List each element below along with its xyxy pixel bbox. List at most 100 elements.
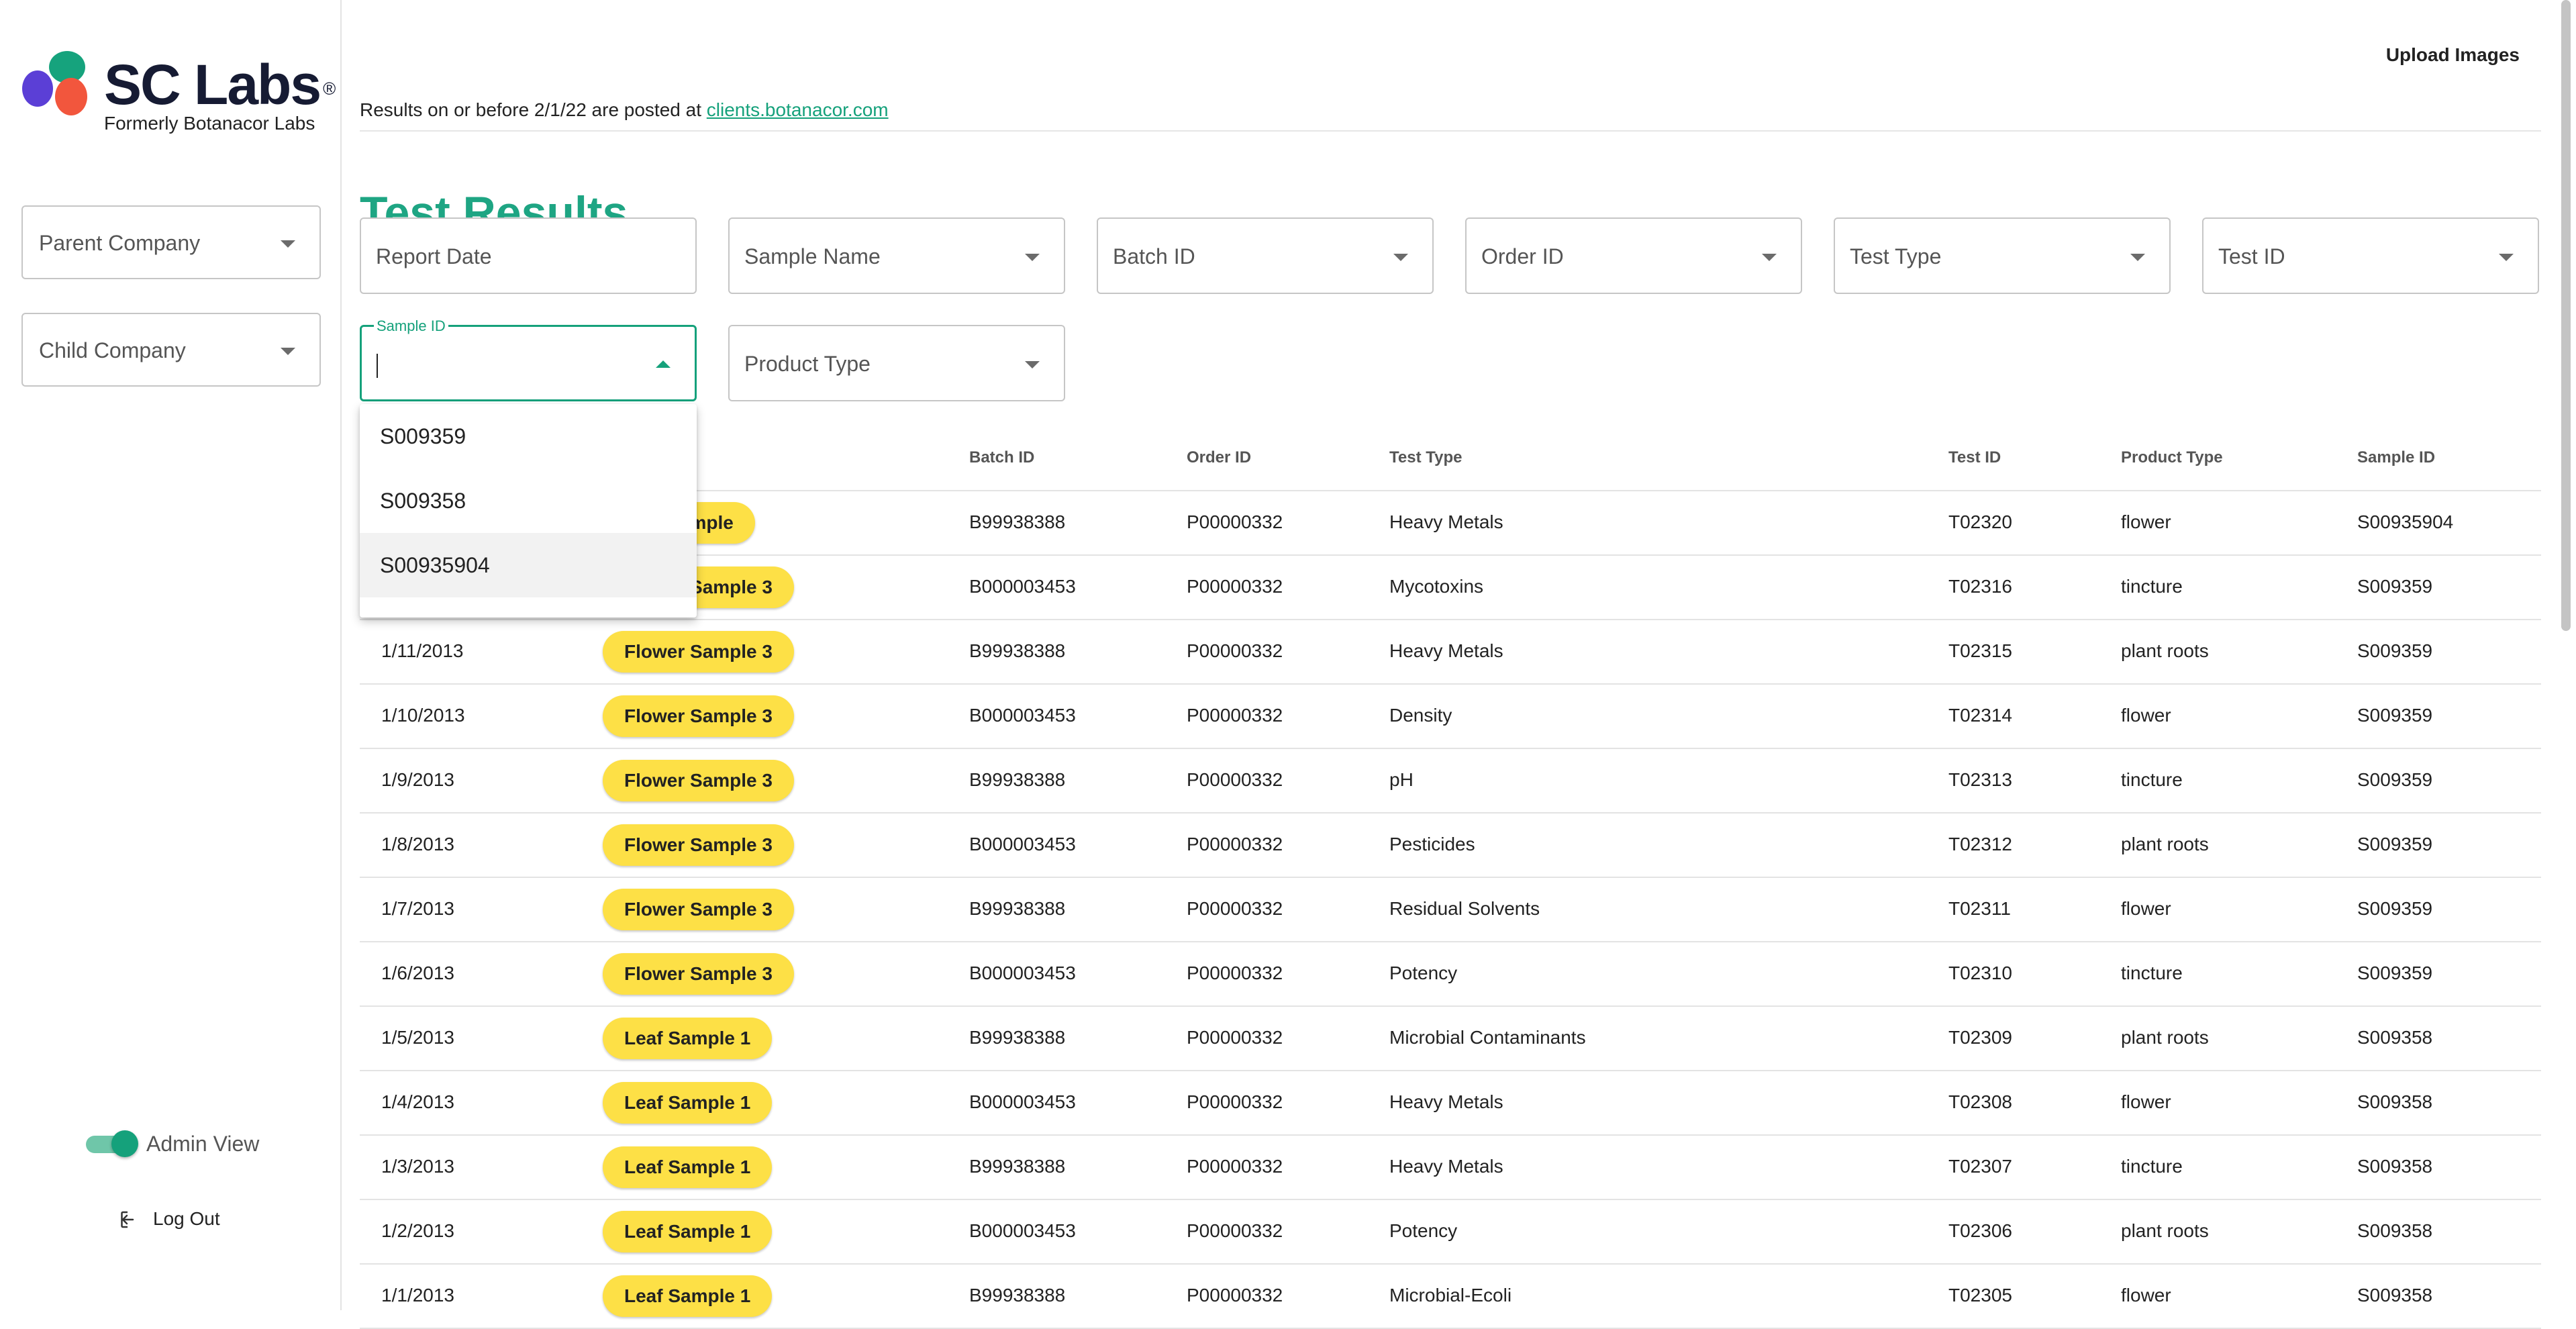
report-date-field[interactable]: Report Date — [360, 217, 697, 294]
chevron-up-icon — [656, 360, 671, 368]
table-row[interactable]: 1/2/2013 Leaf Sample 1 B000003453 P00000332… — [360, 1200, 2541, 1265]
chevron-down-icon — [1025, 254, 1040, 261]
cell-sample-id: S009359 — [2357, 705, 2433, 726]
cell-test-id: T02310 — [1948, 963, 2012, 983]
cell-report-date: 1/1/2013 — [381, 1285, 454, 1306]
text-cursor — [377, 354, 378, 378]
cell-report-date: 1/3/2013 — [381, 1156, 454, 1177]
column-header-sample-id[interactable]: Sample ID — [2357, 448, 2435, 467]
cell-product-type: tincture — [2121, 769, 2183, 790]
cell-order-id: P00000332 — [1187, 1285, 1283, 1306]
logout-button[interactable]: Log Out — [119, 1207, 254, 1234]
cell-batch-id: B99938388 — [969, 1156, 1066, 1177]
cell-order-id: P00000332 — [1187, 898, 1283, 919]
chevron-down-icon — [1762, 254, 1777, 261]
cell-sample-id: S009359 — [2357, 640, 2433, 661]
table-row[interactable]: 1/9/2013 Flower Sample 3 B99938388 P0000033… — [360, 749, 2541, 814]
option-label: S009358 — [380, 489, 466, 513]
cell-test-type: Heavy Metals — [1389, 640, 1503, 661]
cell-batch-id: B000003453 — [969, 1220, 1076, 1241]
sc-labs-logo[interactable]: SC Labs ® Formerly Botanacor Labs — [20, 47, 336, 134]
order-id-label: Order ID — [1481, 244, 1564, 268]
product-type-select[interactable]: Product Type — [728, 325, 1065, 401]
column-header-product-type[interactable]: Product Type — [2121, 448, 2223, 467]
cell-report-date: 1/4/2013 — [381, 1091, 454, 1112]
cell-report-date: 1/5/2013 — [381, 1027, 454, 1048]
cell-test-type: Density — [1389, 705, 1452, 726]
batch-id-select[interactable]: Batch ID — [1097, 217, 1434, 294]
cell-product-type: plant roots — [2121, 640, 2209, 661]
sample-id-option-highlighted[interactable]: S00935904 — [360, 533, 697, 597]
upload-images-button[interactable]: Upload Images — [2386, 44, 2520, 66]
order-id-select[interactable]: Order ID — [1465, 217, 1802, 294]
toggle-knob[interactable] — [111, 1130, 138, 1157]
chevron-down-icon — [281, 348, 295, 355]
sample-name-chip[interactable]: Flower Sample 3 — [603, 760, 794, 801]
sample-id-option[interactable]: S009358 — [360, 469, 697, 533]
column-header-batch-id[interactable]: Batch ID — [969, 448, 1034, 467]
cell-test-type: Heavy Metals — [1389, 1156, 1503, 1177]
cell-test-type: Potency — [1389, 1220, 1458, 1241]
batch-id-label: Batch ID — [1113, 244, 1195, 268]
sample-name-chip[interactable]: Flower Sample 3 — [603, 695, 794, 737]
cell-test-type: Microbial-Ecoli — [1389, 1285, 1512, 1306]
botanacor-link[interactable]: clients.botanacor.com — [707, 99, 889, 120]
cell-order-id: P00000332 — [1187, 705, 1283, 726]
sample-name-chip[interactable]: Flower Sample 3 — [603, 824, 794, 866]
table-row[interactable]: 1/7/2013 Flower Sample 3 B99938388 P0000033… — [360, 878, 2541, 942]
cell-test-type: Potency — [1389, 963, 1458, 983]
cell-test-id: T02315 — [1948, 640, 2012, 661]
admin-view-label: Admin View — [146, 1132, 260, 1156]
cell-product-type: flower — [2121, 1285, 2171, 1306]
table-row[interactable]: 1/3/2013 Leaf Sample 1 B99938388 P00000332 H… — [360, 1136, 2541, 1200]
chevron-down-icon — [2499, 254, 2514, 261]
header-divider — [360, 130, 2541, 132]
test-type-label: Test Type — [1850, 244, 1942, 268]
cell-test-id: T02306 — [1948, 1220, 2012, 1241]
cell-sample-id: S009359 — [2357, 898, 2433, 919]
parent-company-select[interactable]: Parent Company — [21, 205, 321, 279]
table-row[interactable]: 1/4/2013 Leaf Sample 1 B000003453 P00000332… — [360, 1071, 2541, 1136]
logo-dots-icon — [22, 51, 87, 115]
sample-name-chip[interactable]: Leaf Sample 1 — [603, 1018, 773, 1059]
page-scrollbar[interactable] — [2561, 0, 2571, 631]
cell-test-id: T02307 — [1948, 1156, 2012, 1177]
cell-order-id: P00000332 — [1187, 1091, 1283, 1112]
table-row[interactable]: 1/10/2013 Flower Sample 3 B000003453 P00000… — [360, 685, 2541, 749]
cell-batch-id: B000003453 — [969, 1091, 1076, 1112]
results-notice: Results on or before 2/1/22 are posted a… — [360, 99, 889, 121]
sample-name-chip[interactable]: Leaf Sample 1 — [603, 1082, 773, 1124]
sample-name-chip[interactable]: Flower Sample 3 — [603, 889, 794, 930]
test-type-select[interactable]: Test Type — [1834, 217, 2171, 294]
column-header-order-id[interactable]: Order ID — [1187, 448, 1251, 467]
table-row[interactable]: 1/5/2013 Leaf Sample 1 B99938388 P00000332 M… — [360, 1007, 2541, 1071]
sample-name-select[interactable]: Sample Name — [728, 217, 1065, 294]
cell-test-id: T02320 — [1948, 511, 2012, 532]
table-row[interactable]: 1/1/2013 Leaf Sample 1 B99938388 P00000332 M… — [360, 1265, 2541, 1329]
admin-view-toggle[interactable]: Admin View — [86, 1128, 287, 1161]
cell-report-date: 1/7/2013 — [381, 898, 454, 919]
cell-order-id: P00000332 — [1187, 576, 1283, 597]
sample-id-select[interactable]: Sample ID — [360, 317, 697, 401]
cell-product-type: flower — [2121, 511, 2171, 532]
column-header-test-type[interactable]: Test Type — [1389, 448, 1462, 467]
table-row[interactable]: 1/8/2013 Flower Sample 3 B000003453 P000003… — [360, 814, 2541, 878]
table-row[interactable]: 1/6/2013 Flower Sample 3 B000003453 P000003… — [360, 942, 2541, 1007]
child-company-select[interactable]: Child Company — [21, 313, 321, 387]
brand-name: SC Labs ® — [104, 53, 336, 116]
chevron-down-icon — [1025, 361, 1040, 368]
sample-name-chip[interactable]: Leaf Sample 1 — [603, 1275, 773, 1317]
cell-sample-id: S009359 — [2357, 769, 2433, 790]
cell-test-id: T02314 — [1948, 705, 2012, 726]
cell-sample-id: S009358 — [2357, 1220, 2433, 1241]
sample-name-chip[interactable]: Leaf Sample 1 — [603, 1146, 773, 1188]
sample-id-option[interactable]: S009359 — [360, 404, 697, 469]
test-id-select[interactable]: Test ID — [2202, 217, 2539, 294]
cell-order-id: P00000332 — [1187, 511, 1283, 532]
column-header-test-id[interactable]: Test ID — [1948, 448, 2001, 467]
sample-name-chip[interactable]: Flower Sample 3 — [603, 953, 794, 995]
cell-report-date: 1/2/2013 — [381, 1220, 454, 1241]
sample-name-chip[interactable]: Flower Sample 3 — [603, 631, 794, 673]
table-row[interactable]: 1/11/2013 Flower Sample 3 B99938388 P000003… — [360, 620, 2541, 685]
sample-name-chip[interactable]: Leaf Sample 1 — [603, 1211, 773, 1252]
